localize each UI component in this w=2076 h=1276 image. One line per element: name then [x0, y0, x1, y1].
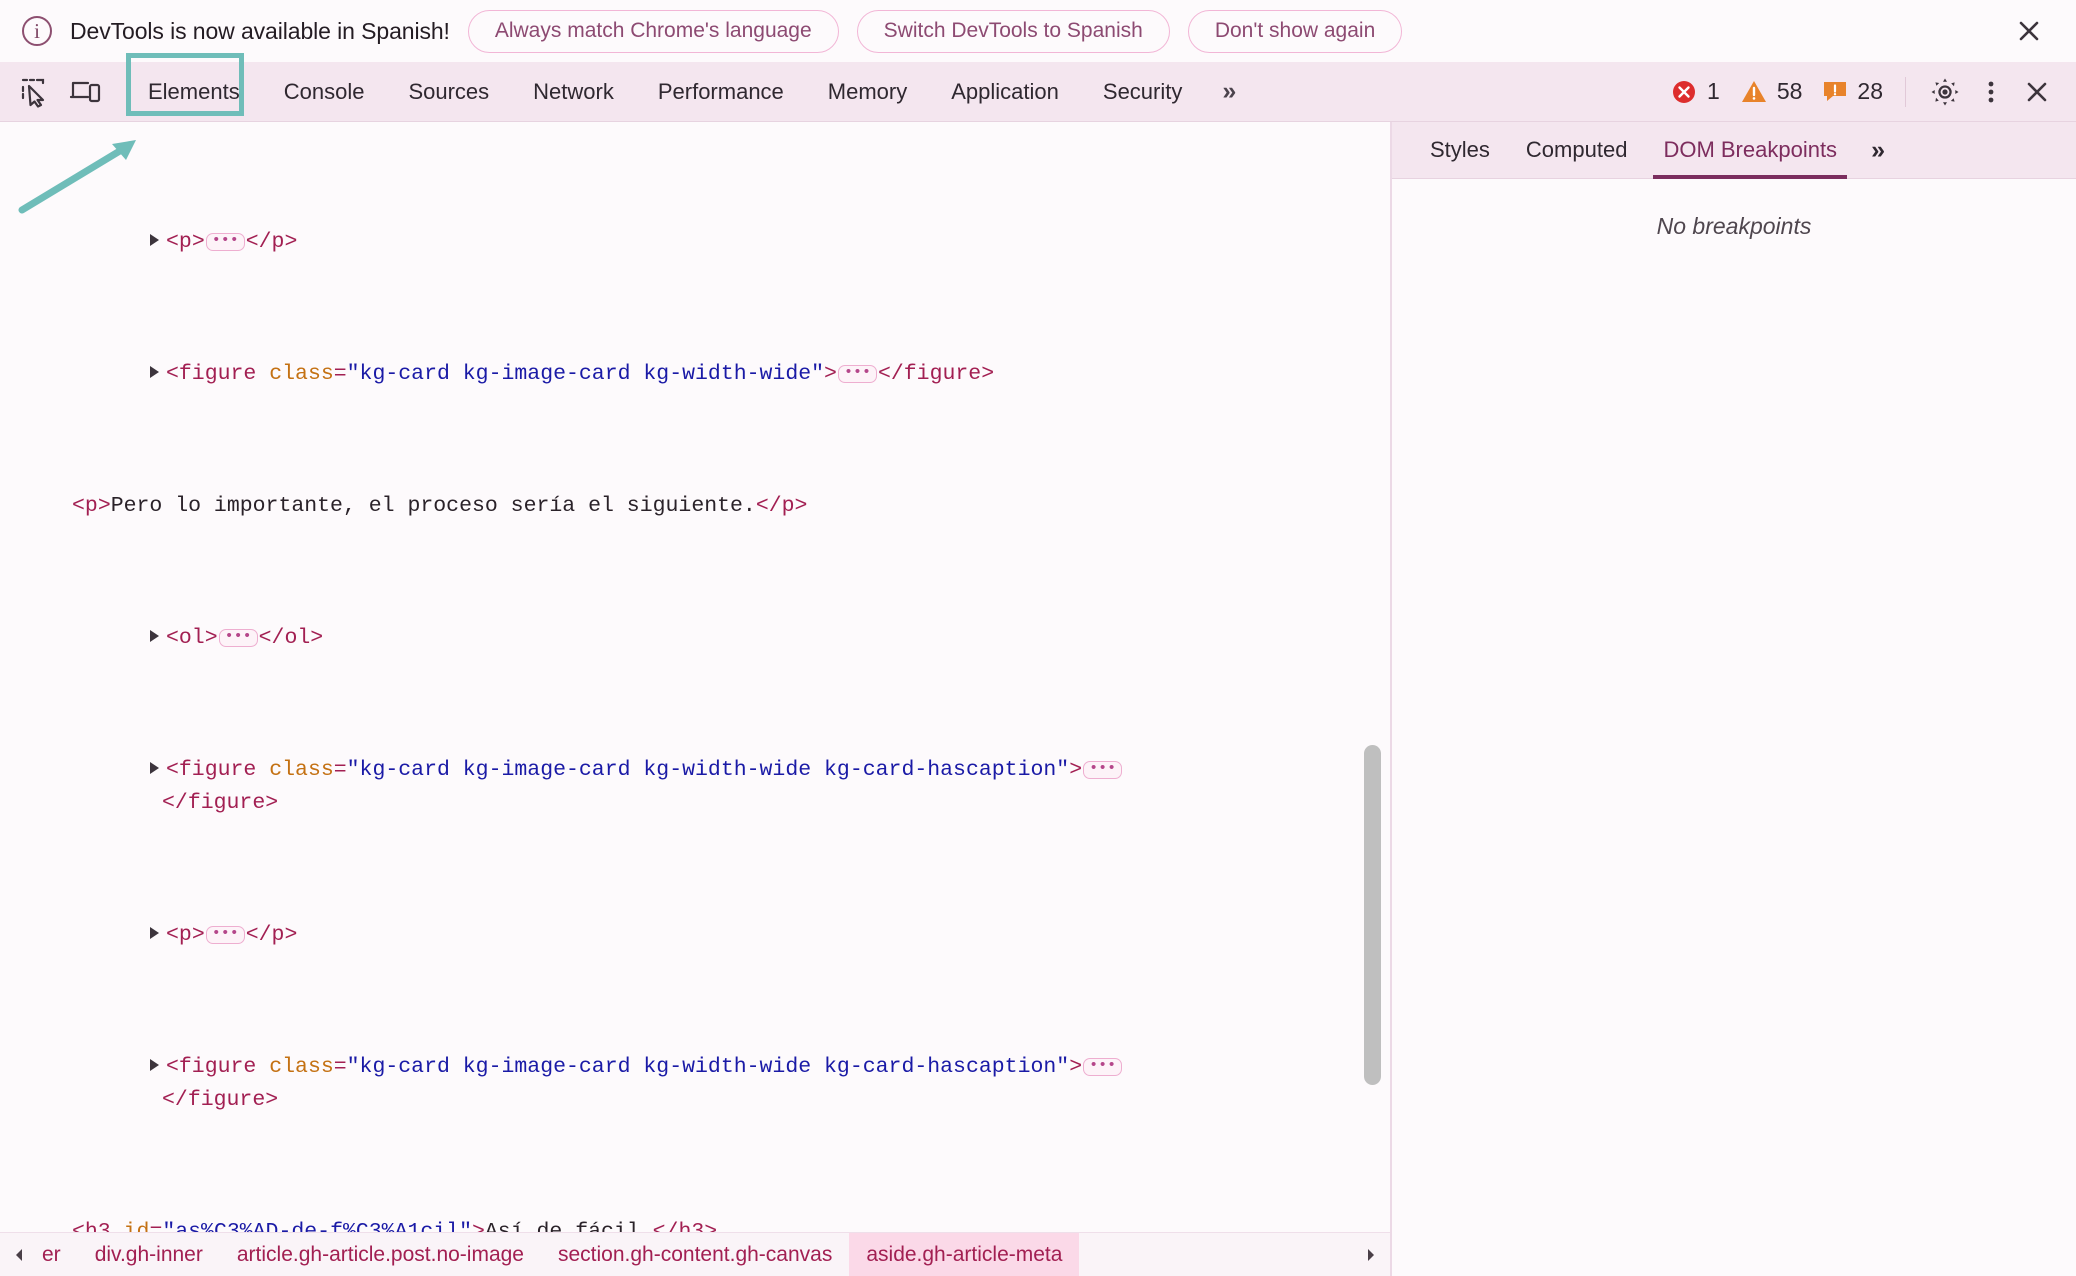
more-tabs-icon[interactable]: » — [1204, 62, 1251, 122]
info-count: 28 — [1857, 78, 1883, 104]
inspect-element-icon[interactable] — [12, 70, 58, 114]
elements-dom-pane: <p> ••• </p> <figure class="kg-card kg-ima… — [0, 122, 1390, 1276]
more-vertical-icon[interactable] — [1968, 70, 2014, 114]
tab-network[interactable]: Network — [511, 62, 636, 122]
chevron-right-icon[interactable] — [1352, 1233, 1390, 1276]
tab-console[interactable]: Console — [262, 62, 387, 122]
dom-node-figure-caption-1[interactable]: <figure class="kg-card kg-image-card kg-… — [0, 754, 1360, 820]
error-count: 1 — [1707, 78, 1720, 104]
language-banner: i DevTools is now available in Spanish! … — [0, 0, 2076, 62]
panel-tab-strip: Elements Console Sources Network Perform… — [126, 52, 1251, 122]
always-match-chrome-language-button[interactable]: Always match Chrome's language — [467, 9, 839, 53]
error-count-group[interactable]: 1 — [1670, 78, 1720, 106]
collapsed-children-icon[interactable]: ••• — [1083, 761, 1123, 779]
warning-count-group[interactable]: 58 — [1740, 78, 1803, 106]
collapsed-children-icon[interactable]: ••• — [218, 629, 258, 647]
dom-node-p-text[interactable]: <p>Pero lo importante, el proceso sería … — [0, 490, 1360, 523]
toolbar-divider — [1905, 76, 1906, 107]
devtools-toolbar: Elements Console Sources Network Perform… — [0, 52, 2076, 122]
sidebar-tab-strip: Styles Computed DOM Breakpoints » — [1392, 122, 2076, 179]
tab-sources[interactable]: Sources — [386, 62, 511, 122]
info-issue-icon — [1824, 81, 1847, 101]
breadcrumb-item-clipped[interactable]: er — [38, 1233, 78, 1276]
dom-node-figure-caption-2[interactable]: <figure class="kg-card kg-image-card kg-… — [0, 1051, 1360, 1117]
breadcrumb-items: er div.gh-inner article.gh-article.post.… — [38, 1233, 1390, 1276]
switch-devtools-to-spanish-button[interactable]: Switch DevTools to Spanish — [856, 9, 1170, 53]
tab-memory[interactable]: Memory — [806, 62, 929, 122]
tab-styles[interactable]: Styles — [1412, 122, 1508, 179]
breadcrumb-item-aside-active[interactable]: aside.gh-article-meta — [849, 1233, 1080, 1276]
expand-twisty[interactable] — [150, 233, 159, 246]
collapsed-children-icon[interactable]: ••• — [1083, 1058, 1123, 1076]
expand-twisty[interactable] — [150, 926, 159, 939]
dom-tree-scrollbar-thumb[interactable] — [1364, 745, 1381, 1085]
info-circle-icon: i — [22, 16, 52, 46]
banner-close-icon[interactable] — [2010, 12, 2048, 50]
collapsed-children-icon[interactable]: ••• — [205, 926, 245, 944]
breadcrumb-item-div-gh-inner[interactable]: div.gh-inner — [78, 1233, 220, 1276]
sidebar-more-tabs-icon[interactable]: » — [1855, 122, 1898, 179]
dom-node-p-2[interactable]: <p> ••• </p> — [0, 919, 1360, 952]
close-devtools-icon[interactable] — [2014, 70, 2060, 114]
dom-node-figure[interactable]: <figure class="kg-card kg-image-card kg-… — [0, 358, 1360, 391]
dont-show-again-button[interactable]: Don't show again — [1187, 9, 1403, 53]
tab-performance[interactable]: Performance — [636, 62, 806, 122]
dom-text-paragraph-es: Pero lo importante, el proceso sería el … — [110, 494, 756, 518]
error-icon — [1673, 80, 1696, 103]
breadcrumb-item-article[interactable]: article.gh-article.post.no-image — [220, 1233, 541, 1276]
breadcrumb: er div.gh-inner article.gh-article.post.… — [0, 1232, 1390, 1276]
dom-node-ol[interactable]: <ol> ••• </ol> — [0, 622, 1360, 655]
collapsed-children-icon[interactable]: ••• — [837, 365, 877, 383]
tab-dom-breakpoints[interactable]: DOM Breakpoints — [1645, 122, 1855, 179]
expand-twisty[interactable] — [150, 629, 159, 642]
expand-twisty[interactable] — [150, 761, 159, 774]
expand-twisty[interactable] — [150, 1058, 159, 1071]
expand-twisty[interactable] — [150, 365, 159, 378]
tab-elements[interactable]: Elements — [126, 62, 262, 122]
gear-icon[interactable] — [1922, 70, 1968, 114]
dom-node-p[interactable]: <p> ••• </p> — [0, 226, 1360, 259]
tab-computed[interactable]: Computed — [1508, 122, 1646, 179]
banner-message: DevTools is now available in Spanish! — [70, 17, 450, 44]
tab-security[interactable]: Security — [1081, 62, 1204, 122]
chevron-left-icon[interactable] — [0, 1233, 38, 1276]
device-toolbar-icon[interactable] — [62, 70, 108, 114]
toolbar-right-group: 1 58 28 — [1670, 62, 2076, 122]
collapsed-children-icon[interactable]: ••• — [205, 233, 245, 251]
dom-tree[interactable]: <p> ••• </p> <figure class="kg-card kg-ima… — [0, 122, 1360, 1244]
no-breakpoints-message: No breakpoints — [1656, 213, 1812, 239]
tab-application[interactable]: Application — [929, 62, 1081, 122]
elements-sidebar: Styles Computed DOM Breakpoints » No bre… — [1392, 122, 2076, 1276]
info-count-group[interactable]: 28 — [1822, 78, 1883, 105]
warning-icon — [1741, 80, 1766, 102]
breadcrumb-item-section[interactable]: section.gh-content.gh-canvas — [541, 1233, 849, 1276]
warning-count: 58 — [1776, 78, 1803, 104]
